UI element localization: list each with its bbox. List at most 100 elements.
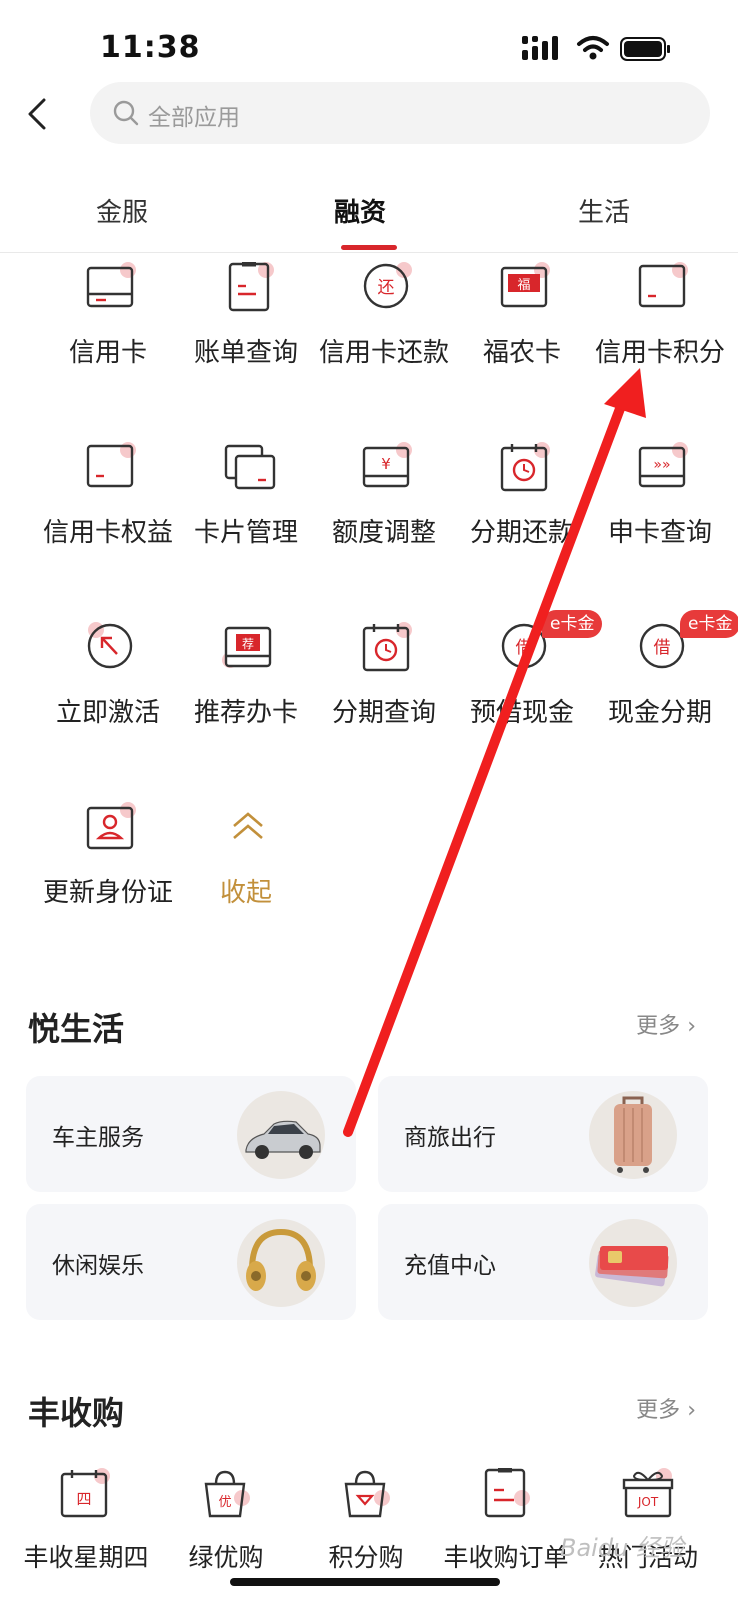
app-label: 立即激活 xyxy=(55,698,160,728)
app-card-benefits[interactable]: 信用卡权益 xyxy=(38,442,178,582)
sim-card-icon xyxy=(589,1219,677,1307)
cellular-signal-icon xyxy=(522,36,558,60)
app-credit-repay[interactable]: 还 信用卡还款 xyxy=(314,262,454,402)
card-car-service[interactable]: 车主服务 xyxy=(26,1076,356,1192)
section-title-yue: 悦生活 xyxy=(28,1010,125,1048)
e-card-gold-badge: e卡金 xyxy=(680,610,738,638)
svg-text:还: 还 xyxy=(378,278,395,298)
shop-orders[interactable]: 丰收购订单 xyxy=(436,1468,576,1578)
active-tab-indicator xyxy=(341,245,397,250)
more-link-yue[interactable]: 更多 › xyxy=(636,1008,696,1040)
activate-icon xyxy=(87,622,133,669)
header: 全部应用 xyxy=(0,80,738,150)
points-card-icon xyxy=(638,262,688,308)
collapse-label: 收起 xyxy=(219,878,272,908)
calendar-clock-icon xyxy=(362,622,412,672)
card-leisure[interactable]: 休闲娱乐 xyxy=(26,1204,356,1320)
app-label: 福农卡 xyxy=(482,338,561,368)
card-business-travel[interactable]: 商旅出行 xyxy=(378,1076,708,1192)
svg-text:JOT: JOT xyxy=(637,1495,659,1509)
card-label: 充值中心 xyxy=(404,1253,496,1279)
more-label: 更多 xyxy=(636,1014,681,1039)
app-bill-query[interactable]: 账单查询 xyxy=(176,262,316,402)
svg-text:借: 借 xyxy=(654,638,671,658)
more-link-feng[interactable]: 更多 › xyxy=(636,1392,696,1424)
svg-text:¥: ¥ xyxy=(381,455,391,473)
app-update-id[interactable]: 更新身份证 xyxy=(38,802,178,942)
calendar-clock-icon xyxy=(500,442,550,492)
app-label: 分期还款 xyxy=(469,518,574,548)
app-label: 卡片管理 xyxy=(193,518,298,548)
battery-icon xyxy=(620,37,670,61)
card-label: 休闲娱乐 xyxy=(52,1253,144,1279)
tab-rongzi[interactable]: 融资 xyxy=(334,192,386,229)
search-icon xyxy=(113,100,139,126)
limit-icon: ¥ xyxy=(362,442,412,488)
svg-text:四: 四 xyxy=(76,1490,91,1508)
headphones-icon xyxy=(237,1219,325,1307)
bill-icon xyxy=(228,262,274,312)
home-indicator xyxy=(230,1578,500,1586)
back-arrow-icon[interactable] xyxy=(22,94,52,134)
chevron-right-icon: › xyxy=(687,1014,696,1039)
id-card-icon xyxy=(86,802,136,850)
card-benefit-icon xyxy=(86,442,136,488)
chevron-right-icon: › xyxy=(687,1398,696,1423)
tab-jinfu[interactable]: 金服 xyxy=(96,192,148,229)
app-funong-card[interactable]: 福 福农卡 xyxy=(452,262,592,402)
card-label: 商旅出行 xyxy=(404,1125,496,1151)
tab-shenghuo[interactable]: 生活 xyxy=(578,192,630,229)
card-recharge[interactable]: 充值中心 xyxy=(378,1204,708,1320)
app-card-manage[interactable]: 卡片管理 xyxy=(176,442,316,582)
app-activate[interactable]: 立即激活 xyxy=(38,622,178,762)
app-credit-card[interactable]: 信用卡 xyxy=(38,262,178,402)
app-limit-adjust[interactable]: ¥ 额度调整 xyxy=(314,442,454,582)
app-installment-repay[interactable]: 分期还款 xyxy=(452,442,592,582)
app-label: 信用卡权益 xyxy=(42,518,173,548)
credit-card-icon xyxy=(86,262,136,308)
baidu-watermark: Baidu 经验 xyxy=(560,1534,684,1562)
order-icon xyxy=(484,1468,530,1518)
calendar-icon: 四 xyxy=(60,1468,110,1518)
svg-text:荐: 荐 xyxy=(242,637,254,651)
app-label: 推荐办卡 xyxy=(193,698,298,728)
svg-text:»»: »» xyxy=(653,457,670,473)
app-cash-installment[interactable]: 借 e卡金 现金分期 xyxy=(590,610,738,762)
shop-label: 绿优购 xyxy=(188,1543,264,1572)
app-label: 信用卡积分 xyxy=(594,338,725,368)
shop-label: 丰收星期四 xyxy=(23,1543,149,1572)
search-input[interactable]: 全部应用 xyxy=(90,82,710,144)
recommend-card-icon: 荐 xyxy=(222,626,272,668)
card-icon: 福 xyxy=(500,262,550,308)
app-installment-query[interactable]: 分期查询 xyxy=(314,622,454,762)
status-time: 11:38 xyxy=(100,30,201,65)
car-icon xyxy=(237,1091,325,1179)
shop-thursday[interactable]: 四 丰收星期四 xyxy=(16,1468,156,1578)
luggage-icon xyxy=(589,1091,677,1179)
app-credit-points[interactable]: 信用卡积分 xyxy=(590,262,730,402)
gift-icon: JOT xyxy=(622,1468,674,1518)
category-tabs: 金服 融资 生活 xyxy=(0,182,738,253)
app-label: 预借现金 xyxy=(469,698,574,728)
app-label: 现金分期 xyxy=(607,698,712,728)
app-apply-query[interactable]: »» 申卡查询 xyxy=(590,442,730,582)
repay-icon: 还 xyxy=(363,262,412,309)
app-label: 分期查询 xyxy=(331,698,436,728)
more-label: 更多 xyxy=(636,1398,681,1423)
wifi-icon xyxy=(577,36,609,60)
app-cash-advance[interactable]: 借 e卡金 预借现金 xyxy=(452,610,603,762)
shop-points[interactable]: 积分购 xyxy=(296,1468,436,1578)
app-label: 信用卡 xyxy=(68,338,147,368)
app-label: 账单查询 xyxy=(193,338,298,368)
chevron-up-icon xyxy=(233,812,263,839)
shop-label: 积分购 xyxy=(328,1543,404,1572)
apply-query-icon: »» xyxy=(638,442,688,488)
collapse-button[interactable]: 收起 xyxy=(176,802,316,942)
shop-lvyou[interactable]: 优 绿优购 xyxy=(156,1468,296,1578)
svg-text:优: 优 xyxy=(218,1495,231,1510)
card-label: 车主服务 xyxy=(52,1125,144,1151)
app-recommend-card[interactable]: 荐 推荐办卡 xyxy=(176,622,316,762)
shopping-bag-icon xyxy=(344,1470,390,1518)
svg-text:福: 福 xyxy=(517,278,530,293)
app-label: 申卡查询 xyxy=(607,518,712,548)
